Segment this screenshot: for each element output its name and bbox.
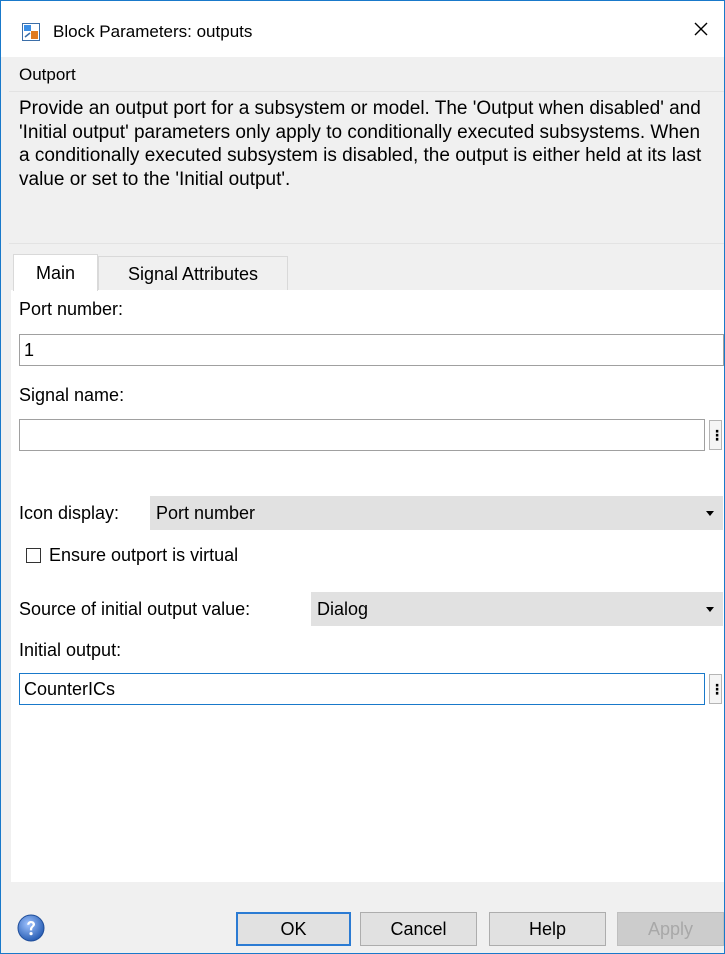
header-divider bbox=[9, 91, 724, 92]
source-initial-select[interactable]: Dialog bbox=[311, 592, 723, 626]
help-question-icon[interactable] bbox=[17, 914, 45, 942]
ok-button[interactable]: OK bbox=[236, 912, 351, 946]
tab-signal-attributes[interactable]: Signal Attributes bbox=[98, 256, 288, 291]
cancel-button[interactable]: Cancel bbox=[360, 912, 477, 946]
initial-output-label: Initial output: bbox=[19, 640, 122, 660]
block-description: Provide an output port for a subsystem o… bbox=[19, 98, 702, 190]
source-initial-value: Dialog bbox=[317, 599, 369, 619]
signal-name-more-button[interactable]: ⋮ bbox=[709, 420, 724, 450]
ensure-virtual-label: Ensure outport is virtual bbox=[49, 545, 239, 565]
block-type-title: Outport bbox=[19, 65, 76, 84]
main-tab-panel: Port number: 1 Signal name: ⋮ Icon displ… bbox=[11, 290, 724, 882]
ensure-virtual-checkbox[interactable] bbox=[26, 547, 41, 563]
port-number-label: Port number: bbox=[19, 299, 124, 319]
initial-output-input[interactable]: CounterICs bbox=[19, 673, 705, 705]
close-icon bbox=[694, 22, 708, 36]
source-initial-label: Source of initial output value: bbox=[19, 599, 251, 619]
chevron-down-icon bbox=[706, 607, 714, 612]
dialog-body: Outport Provide an output port for a sub… bbox=[1, 57, 724, 953]
tab-main[interactable]: Main bbox=[13, 254, 98, 291]
title-bar[interactable]: Block Parameters: outputs bbox=[1, 1, 724, 57]
port-number-input[interactable]: 1 bbox=[19, 334, 724, 366]
icon-display-label: Icon display: bbox=[19, 503, 120, 523]
simulink-block-icon bbox=[22, 23, 40, 41]
close-button[interactable] bbox=[678, 1, 724, 57]
chevron-down-icon bbox=[706, 511, 714, 516]
icon-display-select[interactable]: Port number bbox=[150, 496, 723, 530]
apply-button[interactable]: Apply bbox=[617, 912, 724, 946]
icon-display-value: Port number bbox=[156, 503, 256, 523]
help-button[interactable]: Help bbox=[489, 912, 606, 946]
signal-name-label: Signal name: bbox=[19, 385, 125, 405]
ensure-virtual-row[interactable]: Ensure outport is virtual bbox=[26, 543, 238, 567]
initial-output-more-button[interactable]: ⋮ bbox=[709, 674, 724, 704]
button-bar: OK Cancel Help Apply bbox=[1, 882, 724, 953]
block-parameters-dialog: Block Parameters: outputs Outport Provid… bbox=[0, 0, 725, 954]
window-title: Block Parameters: outputs bbox=[53, 22, 253, 41]
signal-name-input[interactable] bbox=[19, 419, 705, 451]
description-divider bbox=[9, 243, 724, 244]
